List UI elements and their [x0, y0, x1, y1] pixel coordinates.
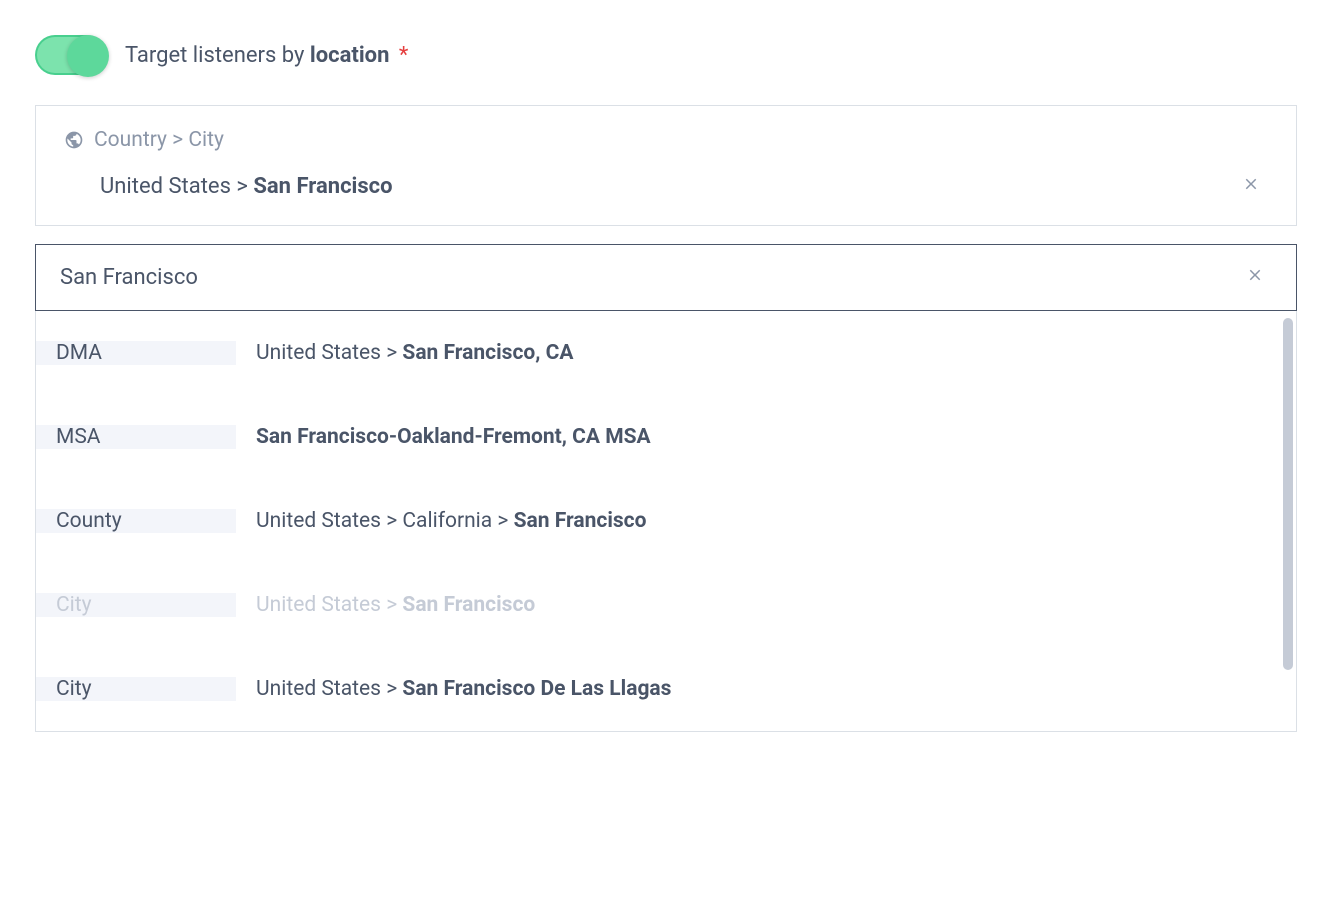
clear-search-button[interactable] — [1238, 261, 1272, 294]
required-marker: * — [399, 43, 408, 68]
dropdown-content: DMA United States > San Francisco, CA MS… — [36, 311, 1280, 731]
result-type-label: City — [36, 677, 236, 701]
result-type-label: MSA — [36, 425, 236, 449]
result-prefix: United States > — [256, 677, 402, 701]
result-type-label: County — [36, 509, 236, 533]
result-label: United States > San Francisco, CA — [236, 341, 1280, 365]
result-label: San Francisco-Oakland-Fremont, CA MSA — [236, 425, 1280, 449]
label-prefix: Target listeners by — [125, 43, 310, 68]
close-icon — [1242, 175, 1260, 193]
selected-locations-box: Country > City United States > San Franc… — [35, 105, 1297, 226]
result-row-dma[interactable]: DMA United States > San Francisco, CA — [36, 311, 1280, 395]
result-prefix: United States > — [256, 341, 402, 365]
toggle-knob — [67, 35, 109, 77]
result-bold: San Francisco De Las Llagas — [402, 677, 671, 701]
result-label: United States > San Francisco — [236, 593, 1280, 617]
result-label: United States > California > San Francis… — [236, 509, 1280, 533]
scrollbar-thumb[interactable] — [1283, 318, 1293, 670]
selected-prefix: United States > — [100, 174, 253, 199]
selected-bold: San Francisco — [253, 174, 392, 199]
dropdown-scrollbar[interactable] — [1280, 311, 1296, 731]
result-bold: San Francisco-Oakland-Fremont, CA MSA — [256, 425, 651, 449]
targeting-header: Target listeners by location * — [35, 35, 1297, 75]
result-type-label: City — [36, 593, 236, 617]
breadcrumb-text: Country > City — [94, 128, 224, 152]
result-row-city[interactable]: City United States > San Francisco De La… — [36, 647, 1280, 731]
result-row-msa[interactable]: MSA San Francisco-Oakland-Fremont, CA MS… — [36, 395, 1280, 479]
result-bold: San Francisco, CA — [402, 341, 573, 365]
result-label: United States > San Francisco De Las Lla… — [236, 677, 1280, 701]
breadcrumb-header: Country > City — [64, 128, 1268, 152]
search-results-dropdown: DMA United States > San Francisco, CA MS… — [35, 311, 1297, 732]
label-bold: location — [310, 43, 390, 68]
result-bold: San Francisco — [402, 593, 535, 617]
result-type-label: DMA — [36, 341, 236, 365]
globe-icon — [64, 130, 84, 150]
search-container: DMA United States > San Francisco, CA MS… — [35, 244, 1297, 732]
location-search-input[interactable] — [60, 265, 1238, 290]
close-icon — [1246, 266, 1264, 284]
remove-location-button[interactable] — [1234, 170, 1268, 203]
location-toggle[interactable] — [35, 35, 107, 75]
result-prefix: United States > California > — [256, 509, 514, 533]
result-row-city-disabled: City United States > San Francisco — [36, 563, 1280, 647]
result-prefix: United States > — [256, 593, 402, 617]
selected-location-item: United States > San Francisco — [64, 170, 1268, 203]
result-row-county[interactable]: County United States > California > San … — [36, 479, 1280, 563]
targeting-label: Target listeners by location * — [125, 43, 408, 68]
result-bold: San Francisco — [514, 509, 647, 533]
search-input-box — [35, 244, 1297, 311]
selected-location-text: United States > San Francisco — [100, 174, 393, 199]
